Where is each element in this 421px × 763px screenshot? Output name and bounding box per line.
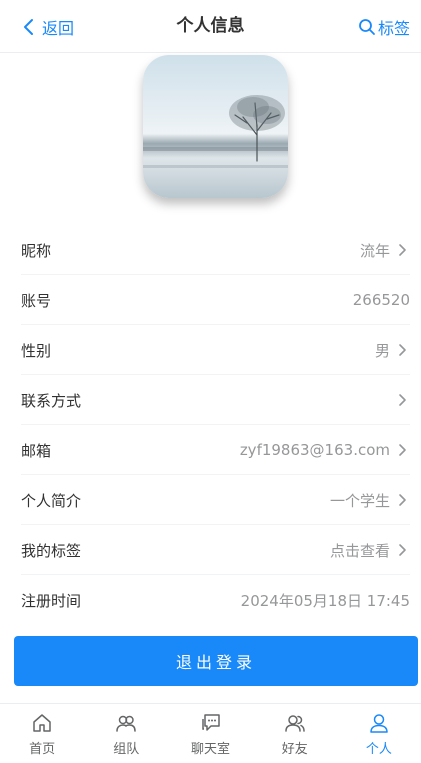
cell-email[interactable]: 邮箱 zyf19863@163.com <box>0 425 421 475</box>
tags-label: 标签 <box>377 18 410 38</box>
cell-title: 我的标签 <box>21 541 82 560</box>
cell-contact[interactable]: 联系方式 <box>0 375 421 425</box>
friends-icon <box>284 715 305 732</box>
tab-team[interactable]: 组队 <box>84 704 168 763</box>
chat-icon <box>201 714 220 731</box>
cell-title: 个人简介 <box>21 491 82 510</box>
cell-bio[interactable]: 个人简介 一个学生 <box>0 475 421 525</box>
cell-title: 性别 <box>21 341 52 360</box>
team-icon <box>116 715 137 732</box>
chevron-right-icon <box>394 492 410 508</box>
tab-home[interactable]: 首页 <box>0 704 84 763</box>
tags-button[interactable]: 标签 <box>358 0 410 53</box>
tab-label: 好友 <box>281 742 308 757</box>
user-icon <box>370 714 388 733</box>
cell-value: 一个学生 <box>329 491 390 510</box>
profile-cell-list: 昵称 流年 账号 266520 性别 男 联系方式 邮箱 zyf19863@16… <box>0 225 421 625</box>
tab-chat-room[interactable]: 聊天室 <box>168 704 252 763</box>
nav-bar: 返回 个人信息 标签 <box>0 0 421 53</box>
home-icon <box>33 714 51 732</box>
cell-nickname[interactable]: 昵称 流年 <box>0 225 421 275</box>
cell-title: 注册时间 <box>21 591 82 610</box>
tree-landscape-image <box>143 55 288 198</box>
cell-value: 点击查看 <box>329 541 390 560</box>
cell-value: 流年 <box>359 241 390 260</box>
cell-my-tags[interactable]: 我的标签 点击查看 <box>0 525 421 575</box>
avatar[interactable] <box>143 55 288 198</box>
chevron-right-icon <box>394 342 410 358</box>
cell-value: 266520 <box>352 291 410 309</box>
chevron-right-icon <box>394 542 410 558</box>
cell-title: 账号 <box>21 291 52 310</box>
tab-label: 聊天室 <box>191 742 231 757</box>
cell-value: zyf19863@163.com <box>239 441 390 459</box>
logout-button[interactable]: 退出登录 <box>14 636 418 686</box>
cell-title: 邮箱 <box>21 441 52 460</box>
chevron-right-icon <box>394 392 410 408</box>
tab-profile[interactable]: 个人 <box>337 704 421 763</box>
cell-title: 联系方式 <box>21 391 82 410</box>
tab-label: 个人 <box>365 742 392 757</box>
cell-account: 账号 266520 <box>0 275 421 325</box>
tab-label: 首页 <box>29 742 56 757</box>
tab-friends[interactable]: 好友 <box>253 704 337 763</box>
cell-value: 2024年05月18日 17:45 <box>240 591 410 610</box>
chevron-right-icon <box>394 442 410 458</box>
cell-value: 男 <box>374 341 390 360</box>
chevron-right-icon <box>394 242 410 258</box>
cell-title: 昵称 <box>21 241 52 260</box>
search-icon <box>359 18 375 35</box>
cell-register-time: 注册时间 2024年05月18日 17:45 <box>0 575 421 625</box>
tab-bar: 首页 组队 聊天室 好友 个人 <box>0 703 421 763</box>
tab-label: 组队 <box>113 742 140 757</box>
cell-gender[interactable]: 性别 男 <box>0 325 421 375</box>
